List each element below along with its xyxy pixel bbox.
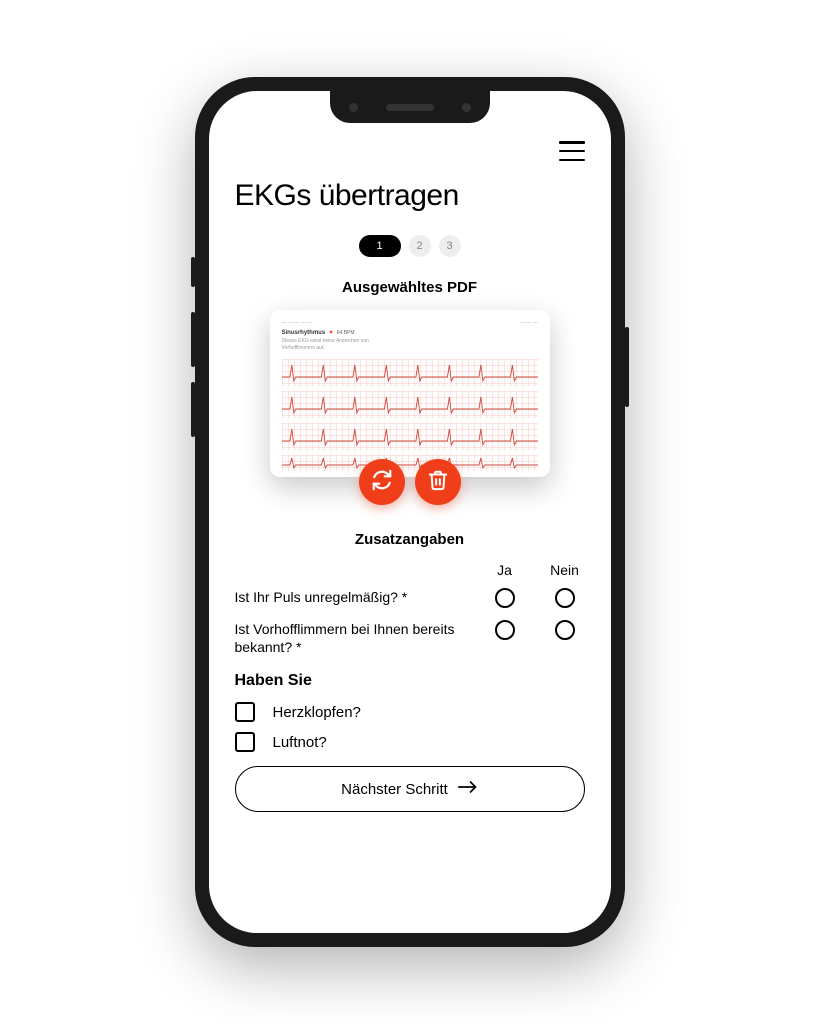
pdf-bpm: 64 BPM bbox=[337, 330, 355, 336]
symptom-heading: Haben Sie bbox=[235, 672, 585, 690]
pdf-action-row bbox=[235, 459, 585, 505]
pdf-preview-card[interactable]: — — — — — — — — Sinusrhythmus ♥ 64 BPM D… bbox=[270, 310, 550, 477]
menu-icon[interactable] bbox=[559, 141, 585, 161]
question-row: Ist Ihr Puls unregelmäßig? * bbox=[235, 588, 585, 608]
no-label: Nein bbox=[545, 562, 585, 578]
page-title: EKGs übertragen bbox=[235, 179, 585, 213]
step-active[interactable]: 1 bbox=[359, 235, 401, 257]
side-button bbox=[191, 382, 195, 437]
extras-section-label: Zusatzangaben bbox=[235, 531, 585, 548]
ecg-strip bbox=[282, 423, 538, 451]
app-content: EKGs übertragen 1 2 3 Ausgewähltes PDF —… bbox=[209, 91, 611, 933]
q1-yes-radio[interactable] bbox=[495, 588, 515, 608]
radio-header: Ja Nein bbox=[235, 562, 585, 578]
symptom-row: Luftnot? bbox=[235, 732, 585, 752]
question-row: Ist Vorhofflimmern bei Ihnen bereits bek… bbox=[235, 620, 585, 656]
topbar bbox=[235, 141, 585, 161]
pdf-sinus-label: Sinusrhythmus bbox=[282, 330, 326, 336]
refresh-button[interactable] bbox=[359, 459, 405, 505]
pdf-section-label: Ausgewähltes PDF bbox=[235, 279, 585, 296]
symptom-2-label: Luftnot? bbox=[273, 734, 327, 751]
side-button bbox=[191, 312, 195, 367]
delete-button[interactable] bbox=[415, 459, 461, 505]
refresh-icon bbox=[371, 469, 393, 496]
next-step-button[interactable]: Nächster Schritt bbox=[235, 766, 585, 812]
symptom-2-checkbox[interactable] bbox=[235, 732, 255, 752]
side-button bbox=[625, 327, 629, 407]
question-2: Ist Vorhofflimmern bei Ihnen bereits bek… bbox=[235, 620, 485, 656]
symptom-row: Herzklopfen? bbox=[235, 702, 585, 722]
phone-frame: EKGs übertragen 1 2 3 Ausgewähltes PDF —… bbox=[195, 77, 625, 947]
notch bbox=[330, 91, 490, 123]
pdf-preview-header: — — — — — — — — bbox=[282, 320, 538, 326]
symptom-1-label: Herzklopfen? bbox=[273, 704, 361, 721]
screen: EKGs übertragen 1 2 3 Ausgewähltes PDF —… bbox=[209, 91, 611, 933]
step-3[interactable]: 3 bbox=[439, 235, 461, 257]
heart-icon: ♥ bbox=[329, 330, 333, 336]
stepper: 1 2 3 bbox=[235, 235, 585, 257]
step-2[interactable]: 2 bbox=[409, 235, 431, 257]
side-button bbox=[191, 257, 195, 287]
next-step-label: Nächster Schritt bbox=[341, 781, 448, 798]
question-1: Ist Ihr Puls unregelmäßig? * bbox=[235, 588, 485, 606]
q1-no-radio[interactable] bbox=[555, 588, 575, 608]
ecg-strip bbox=[282, 391, 538, 419]
trash-icon bbox=[427, 469, 449, 496]
arrow-right-icon bbox=[458, 780, 478, 798]
pdf-note-1: Dieses EKG weist keine Anzeichen von bbox=[282, 338, 369, 344]
q2-no-radio[interactable] bbox=[555, 620, 575, 640]
symptom-1-checkbox[interactable] bbox=[235, 702, 255, 722]
q2-yes-radio[interactable] bbox=[495, 620, 515, 640]
pdf-note-2: Vorhofflimmern auf. bbox=[282, 345, 325, 351]
ecg-strip bbox=[282, 359, 538, 387]
yes-label: Ja bbox=[485, 562, 525, 578]
